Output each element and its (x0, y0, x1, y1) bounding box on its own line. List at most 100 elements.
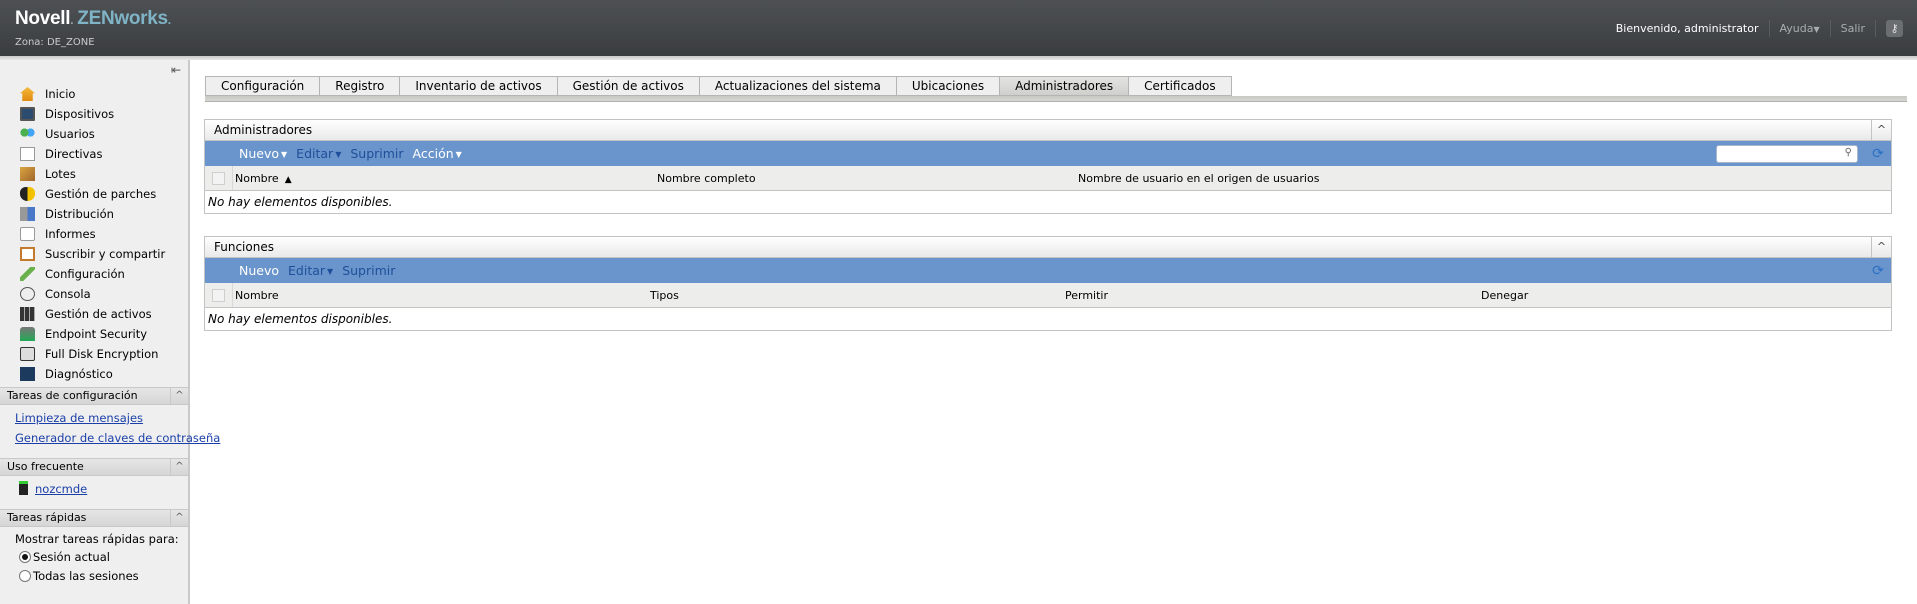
accion-button[interactable]: Acción ▼ (413, 146, 462, 161)
select-all-cell (205, 283, 233, 307)
editar-button[interactable]: Editar ▼ (288, 263, 333, 278)
search-icon[interactable]: ⚲ (1845, 147, 1852, 158)
frequent-use-header[interactable]: Uso frecuente ^ (0, 458, 188, 476)
distribution-icon (20, 207, 35, 221)
tab-ubicaciones[interactable]: Ubicaciones (895, 76, 1000, 96)
tab-strip: Configuración Registro Inventario de activ… (205, 76, 1232, 96)
sidebar-item-full-disk-encryption[interactable]: Full Disk Encryption (20, 344, 165, 364)
divider (1875, 20, 1876, 37)
subscribe-icon (20, 247, 35, 261)
sidebar-item-configuracion[interactable]: Configuración (20, 264, 165, 284)
quick-tasks-header[interactable]: Tareas rápidas ^ (0, 509, 188, 527)
sidebar-item-consola[interactable]: Consola (20, 284, 165, 304)
button-label: Suprimir (350, 146, 404, 161)
sidebar-item-gestion-de-parches[interactable]: Gestión de parches (20, 184, 165, 204)
sidebar-item-directivas[interactable]: Directivas (20, 144, 165, 164)
search-input[interactable]: ⚲ (1716, 145, 1858, 163)
tab-registro[interactable]: Registro (319, 76, 400, 96)
tab-inventario-de-activos[interactable]: Inventario de activos (399, 76, 557, 96)
column-source-username[interactable]: Nombre de usuario en el origen de usuari… (1078, 172, 1319, 185)
tab-gestion-de-activos[interactable]: Gestión de activos (556, 76, 699, 96)
sidebar-item-informes[interactable]: Informes (20, 224, 165, 244)
tab-actualizaciones-del-sistema[interactable]: Actualizaciones del sistema (698, 76, 896, 96)
column-label: Nombre (235, 172, 279, 185)
key-icon[interactable]: ⚷ (1886, 20, 1903, 37)
config-tasks-header[interactable]: Tareas de configuración ^ (0, 387, 188, 405)
radio-button[interactable] (19, 551, 31, 563)
radio-label: Todas las sesiones (33, 569, 139, 583)
sidebar-item-label: Diagnóstico (45, 367, 113, 381)
column-full-name[interactable]: Nombre completo (657, 172, 756, 185)
tab-administradores[interactable]: Administradores (999, 76, 1129, 96)
nuevo-button[interactable]: Nuevo ▼ (239, 146, 287, 161)
button-label: Editar (296, 146, 334, 161)
button-label: Nuevo (239, 146, 280, 161)
brand-dot: . (70, 13, 74, 27)
select-all-checkbox[interactable] (212, 289, 225, 302)
radio-button[interactable] (19, 570, 31, 582)
tab-configuracion[interactable]: Configuración (205, 76, 320, 96)
logout-link[interactable]: Salir (1841, 22, 1865, 35)
tab-certificados[interactable]: Certificados (1128, 76, 1232, 96)
diagnostic-pulse-icon (20, 367, 35, 381)
divider (1829, 20, 1831, 37)
sidebar-item-usuarios[interactable]: Usuarios (20, 124, 165, 144)
chevron-up-icon[interactable]: ^ (1871, 237, 1891, 257)
sidebar-nav: Inicio Dispositivos Usuarios Directivas Lote… (20, 84, 165, 384)
sidebar-item-suscribir-y-compartir[interactable]: Suscribir y compartir (20, 244, 165, 264)
column-allow[interactable]: Permitir (1065, 289, 1108, 302)
brand-dot: . (167, 13, 171, 27)
chevron-up-icon[interactable]: ^ (170, 388, 188, 404)
sidebar-item-gestion-de-activos[interactable]: Gestión de activos (20, 304, 165, 324)
home-icon (20, 87, 35, 101)
panel-title: Administradores (214, 123, 313, 137)
sidebar-item-label: Dispositivos (45, 107, 115, 121)
panel-header: Funciones ^ (205, 237, 1891, 258)
editar-button[interactable]: Editar ▼ (296, 146, 341, 161)
column-name[interactable]: Nombre ▲ (235, 172, 292, 185)
sidebar-item-dispositivos[interactable]: Dispositivos (20, 104, 165, 124)
nuevo-button[interactable]: Nuevo (239, 263, 279, 278)
sidebar-item-distribucion[interactable]: Distribución (20, 204, 165, 224)
link-message-cleanup[interactable]: Limpieza de mensajes (15, 411, 143, 425)
chevron-up-icon[interactable]: ^ (1871, 120, 1891, 140)
suprimir-button[interactable]: Suprimir (342, 263, 395, 278)
sidebar-item-label: Inicio (45, 87, 76, 101)
empty-message: No hay elementos disponibles. (208, 195, 393, 209)
help-label: Ayuda (1779, 22, 1814, 35)
sort-ascending-icon: ▲ (284, 175, 292, 185)
admins-column-header: Nombre ▲ Nombre completo Nombre de usuari… (205, 166, 1891, 191)
button-label: Suprimir (342, 263, 396, 278)
sidebar-item-label: Directivas (45, 147, 103, 161)
monitor-icon (20, 107, 35, 121)
sidebar-item-diagnostico[interactable]: Diagnóstico (20, 364, 165, 384)
sidebar-item-endpoint-security[interactable]: Endpoint Security (20, 324, 165, 344)
column-name[interactable]: Nombre (235, 289, 279, 302)
column-deny[interactable]: Denegar (1481, 289, 1528, 302)
link-password-key-generator[interactable]: Generador de claves de contraseña (15, 431, 220, 445)
select-all-cell (205, 166, 233, 190)
refresh-icon[interactable]: ⟳ (1870, 263, 1886, 279)
column-types[interactable]: Tipos (650, 289, 679, 302)
novell-zenworks-logo: Novell. ZENworks. (15, 8, 171, 30)
radio-all-sessions[interactable]: Todas las sesiones (19, 569, 139, 583)
sidebar-item-label: Informes (45, 227, 96, 241)
chevron-up-icon[interactable]: ^ (170, 510, 188, 526)
sidebar-item-label: Gestión de parches (45, 187, 157, 201)
chevron-down-icon: ▼ (327, 267, 334, 276)
refresh-icon[interactable]: ⟳ (1870, 146, 1886, 162)
quick-tasks-label: Mostrar tareas rápidas para: (15, 532, 179, 546)
roles-toolbar: Nuevo Editar ▼ Suprimir ⟳ (205, 258, 1891, 283)
welcome-text: Bienvenido, administrator (1615, 22, 1759, 35)
sidebar-item-inicio[interactable]: Inicio (20, 84, 165, 104)
chevron-down-icon: ▼ (455, 150, 462, 159)
chevron-up-icon[interactable]: ^ (170, 459, 188, 475)
frequent-item-nozcmde[interactable]: nozcmde (35, 482, 87, 496)
empty-message: No hay elementos disponibles. (208, 312, 393, 326)
select-all-checkbox[interactable] (212, 172, 225, 185)
suprimir-button[interactable]: Suprimir (350, 146, 403, 161)
help-menu[interactable]: Ayuda▼ (1780, 22, 1820, 35)
radio-current-session[interactable]: Sesión actual (19, 550, 110, 564)
collapse-left-icon[interactable]: ⇤ (171, 63, 181, 77)
sidebar-item-lotes[interactable]: Lotes (20, 164, 165, 184)
